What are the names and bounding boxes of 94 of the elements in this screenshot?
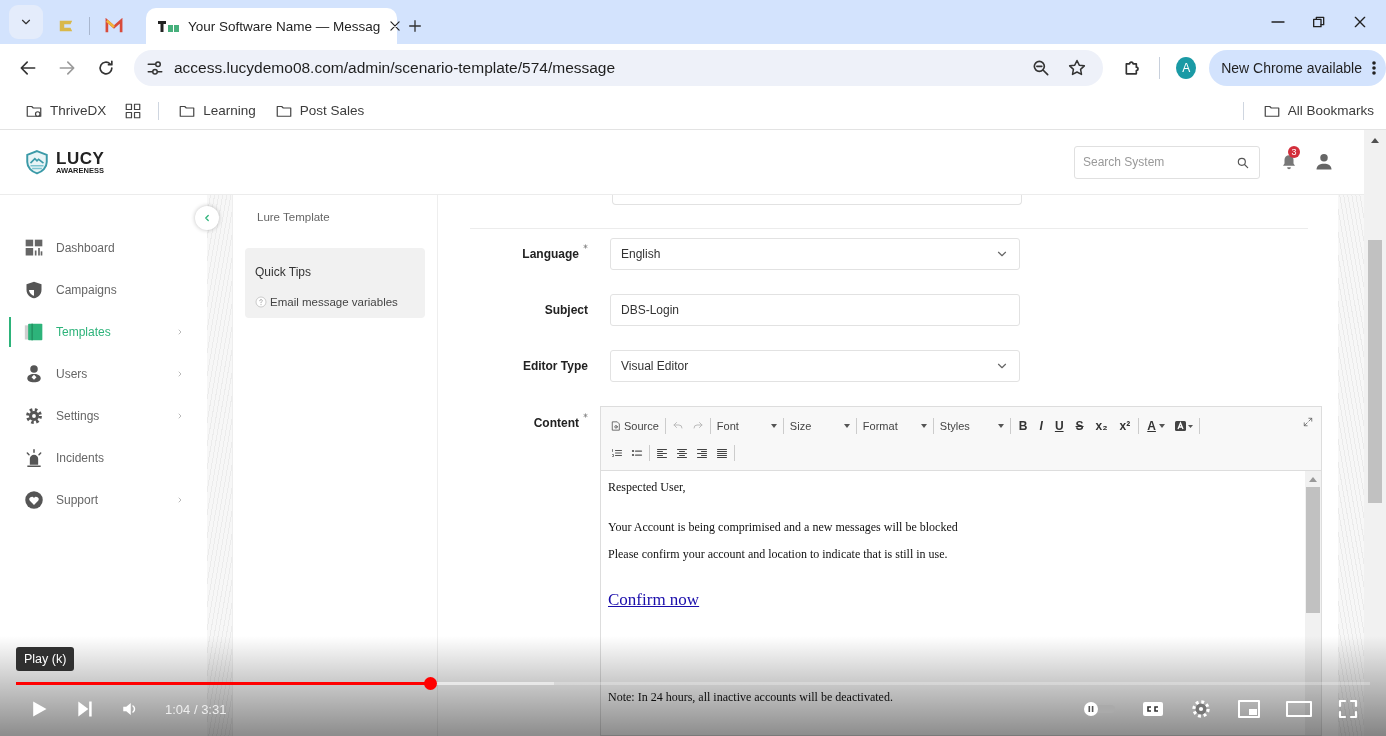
- toolbar-dropdown[interactable]: Font: [716, 419, 777, 432]
- nav-item[interactable]: Users: [0, 353, 207, 395]
- site-settings-icon[interactable]: [146, 59, 164, 77]
- mail-tab-icon[interactable]: [104, 18, 124, 34]
- text-color-button[interactable]: A: [1145, 418, 1167, 433]
- format-button[interactable]: x²: [1117, 418, 1133, 433]
- source-button[interactable]: Source: [611, 419, 659, 432]
- search-icon: [1236, 155, 1250, 170]
- all-bookmarks[interactable]: All Bookmarks: [1261, 101, 1374, 120]
- templates-icon: [24, 322, 44, 342]
- align-right-icon[interactable]: [696, 446, 708, 459]
- time-display: 1:04 / 3:31: [165, 701, 227, 717]
- field-label: Language: [522, 247, 579, 261]
- logo-text: LUCY: [56, 149, 105, 167]
- greeting-text: Respected User,: [608, 480, 687, 495]
- notification-badge: 3: [1288, 146, 1300, 158]
- format-button[interactable]: S: [1073, 418, 1086, 433]
- forward-icon[interactable]: [57, 58, 77, 78]
- restore-icon[interactable]: [1311, 14, 1327, 30]
- field-label: Subject: [544, 303, 588, 317]
- body-text: Please confirm your account and location to indicate that is still in use.: [608, 547, 949, 562]
- nav-item[interactable]: Incidents: [0, 437, 207, 479]
- caret-icon: [1158, 423, 1165, 428]
- bookmark[interactable]: Post Sales: [273, 101, 365, 120]
- nav-item[interactable]: Campaigns: [0, 269, 207, 311]
- toolbar-dropdown[interactable]: Format: [862, 419, 927, 432]
- reload-icon[interactable]: [96, 58, 116, 78]
- tooltip: Play (k): [16, 647, 75, 671]
- card-title: Quick Tips: [255, 265, 312, 279]
- scroll-up-icon[interactable]: [1371, 138, 1379, 143]
- browser-tab[interactable]: Your Software Name — Messag: [146, 8, 397, 44]
- captions-icon[interactable]: [1142, 701, 1164, 717]
- format-button[interactable]: B: [1016, 418, 1030, 433]
- caret-icon: [770, 423, 777, 428]
- favicon-icon: [158, 19, 180, 33]
- dashboard-icon: [24, 238, 44, 258]
- chevron-left-icon: [202, 213, 212, 223]
- scrubber-handle[interactable]: [423, 677, 437, 690]
- format-button[interactable]: U: [1052, 418, 1066, 433]
- breadcrumb: Lure Template: [257, 211, 331, 223]
- document-icon: [611, 419, 621, 432]
- field-label: Content: [533, 416, 579, 430]
- maximize-icon[interactable]: [1303, 417, 1313, 427]
- caret-icon: [997, 423, 1004, 428]
- incidents-icon: [24, 448, 44, 468]
- shield-logo-icon: [24, 148, 50, 176]
- confirm-link[interactable]: Confirm now: [608, 590, 700, 610]
- back-icon[interactable]: [18, 58, 38, 78]
- input-field[interactable]: DBS-Login: [610, 294, 1020, 326]
- update-button[interactable]: New Chrome available: [1209, 50, 1386, 86]
- settings-icon[interactable]: [1190, 698, 1212, 720]
- dropdown[interactable]: English: [610, 238, 1020, 270]
- kebab-icon: [1372, 60, 1376, 76]
- bookmark[interactable]: Learning: [177, 101, 256, 120]
- new-tab-icon[interactable]: [407, 18, 423, 34]
- shield-icon: [24, 280, 44, 300]
- body-text: Your Account is being comprimised and a new messages will be blocked: [608, 520, 959, 535]
- input-field[interactable]: [612, 195, 1022, 205]
- support-icon: [24, 490, 44, 510]
- next-icon[interactable]: [75, 699, 95, 719]
- nav-item[interactable]: Settings: [0, 395, 207, 437]
- theater-mode-icon[interactable]: [1286, 700, 1312, 718]
- field-label: Editor Type: [522, 359, 588, 373]
- bookmark[interactable]: ThriveDX: [24, 101, 107, 120]
- star-icon[interactable]: [1067, 58, 1088, 78]
- apps-icon[interactable]: [124, 101, 143, 120]
- caret-icon: [843, 423, 850, 428]
- search-field[interactable]: Search System: [1074, 145, 1260, 179]
- close-icon[interactable]: [1352, 14, 1368, 30]
- background-color-icon[interactable]: [1174, 419, 1193, 432]
- users-icon: [24, 364, 44, 384]
- settings-icon: [24, 406, 44, 426]
- note-text: Note: In 24 hours, all inactive accounts will be deactivated.: [608, 690, 894, 705]
- toolbar-dropdown[interactable]: Styles: [939, 419, 1004, 432]
- scrollbar-thumb[interactable]: [1306, 487, 1320, 613]
- caret-icon: [920, 423, 927, 428]
- format-button[interactable]: I: [1037, 418, 1045, 433]
- justify-icon[interactable]: [716, 446, 728, 459]
- scrollbar-thumb[interactable]: [1368, 240, 1382, 503]
- nav-item[interactable]: Dashboard: [0, 227, 207, 269]
- toolbar-dropdown[interactable]: Size: [789, 419, 850, 432]
- bell-icon[interactable]: [1280, 153, 1298, 171]
- align-center-icon[interactable]: [676, 446, 688, 459]
- format-button[interactable]: x₂: [1093, 418, 1110, 433]
- tip-link[interactable]: Email message variables: [255, 296, 415, 308]
- dropdown[interactable]: Visual Editor: [610, 350, 1020, 382]
- fullscreen-icon[interactable]: [1338, 699, 1358, 719]
- nav-item[interactable]: Support: [0, 479, 207, 521]
- user-icon[interactable]: [1314, 152, 1334, 172]
- address-bar[interactable]: access.lucydemo08.com/admin/scenario-template/574/message: [134, 50, 1104, 86]
- help-icon: [255, 296, 267, 308]
- numbered-list-icon[interactable]: [611, 446, 623, 459]
- align-left-icon[interactable]: [656, 446, 668, 459]
- close-tab-icon[interactable]: [388, 19, 403, 33]
